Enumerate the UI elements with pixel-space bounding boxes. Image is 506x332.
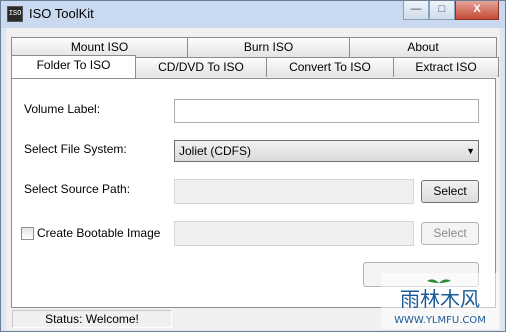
- dropdown-arrow-icon: ▼: [466, 146, 475, 156]
- bootable-label: Create Bootable Image: [37, 226, 161, 240]
- volume-label-input[interactable]: [174, 99, 479, 123]
- tab-row-front: Folder To ISO CD/DVD To ISO Convert To I…: [11, 55, 499, 78]
- app-window: ISO ISO ToolKit — □ X Mount ISO Burn ISO…: [0, 0, 506, 332]
- bootable-image-input[interactable]: [174, 221, 414, 246]
- tab-convert-to-iso[interactable]: Convert To ISO: [266, 57, 394, 77]
- file-system-label: Select File System:: [24, 142, 127, 156]
- svg-text:雨林木风: 雨林木风: [400, 287, 480, 311]
- source-path-label: Select Source Path:: [24, 182, 131, 196]
- title-bar[interactable]: ISO ISO ToolKit — □ X: [1, 1, 505, 28]
- select-bootable-button[interactable]: Select: [421, 222, 479, 245]
- client-area: Mount ISO Burn ISO About Folder To ISO C…: [6, 28, 500, 308]
- select-source-button[interactable]: Select: [421, 180, 479, 203]
- minimize-button[interactable]: —: [403, 1, 429, 20]
- tab-folder-to-iso[interactable]: Folder To ISO: [11, 55, 136, 78]
- close-button[interactable]: X: [455, 1, 499, 20]
- maximize-button[interactable]: □: [429, 1, 455, 20]
- window-controls: — □ X: [403, 1, 499, 21]
- tab-extract-iso[interactable]: Extract ISO: [393, 57, 499, 77]
- tab-about[interactable]: About: [349, 37, 497, 57]
- window-title: ISO ToolKit: [29, 6, 94, 21]
- svg-text:WWW.YLMFU.COM: WWW.YLMFU.COM: [394, 315, 486, 326]
- volume-label-text: Volume Label:: [24, 102, 101, 116]
- status-text: Status: Welcome!: [12, 310, 172, 328]
- file-system-value: Joliet (CDFS): [179, 144, 252, 158]
- source-path-input[interactable]: [174, 179, 414, 204]
- file-system-select[interactable]: Joliet (CDFS) ▼: [174, 140, 479, 162]
- tab-row-back: Mount ISO Burn ISO About: [11, 37, 497, 57]
- ylmf-watermark-logo: 雨林木风 WWW.YLMFU.COM: [381, 273, 499, 329]
- tab-burn-iso[interactable]: Burn ISO: [187, 37, 350, 57]
- tab-mount-iso[interactable]: Mount ISO: [11, 37, 188, 57]
- iso-app-icon: ISO: [7, 6, 23, 22]
- bootable-checkbox[interactable]: [21, 227, 34, 240]
- tab-cd-dvd-to-iso[interactable]: CD/DVD To ISO: [135, 57, 267, 77]
